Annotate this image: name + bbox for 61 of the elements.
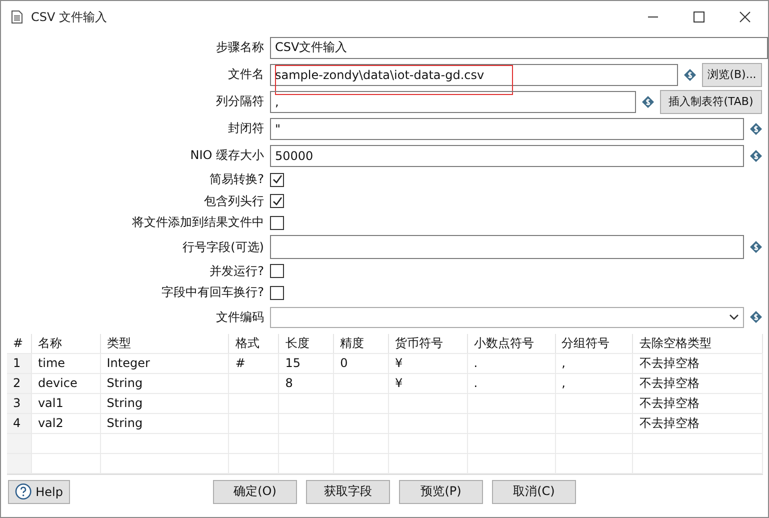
table-cell: 8 [279, 374, 334, 392]
column-header[interactable]: 小数点符号 [468, 334, 556, 352]
table-cell: 4 [7, 414, 32, 432]
field-label: 将文件添加到结果文件中 [131, 214, 265, 232]
input-field[interactable]: 50000 [270, 144, 744, 166]
table-cell: . [468, 354, 556, 372]
column-header[interactable]: # [7, 334, 32, 352]
table-cell: String [100, 374, 230, 392]
table-cell: 2 [7, 374, 32, 392]
input-field[interactable]: CSV文件输入 [270, 36, 768, 58]
column-header[interactable]: 名称 [32, 334, 101, 352]
column-header[interactable]: 类型 [100, 334, 230, 352]
table-cell: 0 [334, 354, 389, 372]
column-header[interactable]: 长度 [279, 334, 334, 352]
field-label: 并发运行? [208, 262, 265, 280]
field-label: 文件名 [227, 66, 265, 83]
table-cell: val2 [32, 414, 101, 432]
table-cell: 不去掉空格 [633, 374, 763, 392]
table-cell: String [100, 394, 230, 412]
table-cell: ¥ [389, 374, 468, 392]
field-label: 字段中有回车换行? [160, 284, 265, 302]
column-header[interactable]: 货币符号 [389, 334, 468, 352]
table-cell: device [32, 374, 101, 392]
field-label: 包含列头行 [203, 192, 265, 210]
column-header[interactable]: 格式 [229, 334, 280, 352]
dialog-button[interactable]: 获取字段 [306, 480, 390, 504]
help-button[interactable]: Help [8, 480, 70, 504]
table-cell: 不去掉空格 [633, 354, 763, 372]
table-cell: 不去掉空格 [633, 414, 763, 432]
table-cell: 15 [279, 354, 334, 372]
field-label: NIO 缓存大小 [189, 147, 265, 164]
side-button[interactable]: 浏览(B)... [702, 62, 762, 86]
table-cell: time [32, 354, 101, 372]
table-cell: 3 [7, 394, 32, 412]
side-button[interactable]: 插入制表符(TAB) [660, 90, 762, 114]
table-cell: Integer [100, 354, 230, 372]
table-cell: 1 [7, 354, 32, 372]
input-field[interactable]: " [270, 118, 744, 140]
field-label: 列分隔符 [215, 93, 265, 110]
dialog-button[interactable]: 取消(C) [492, 480, 576, 504]
table-cell: ¥ [389, 354, 468, 372]
input-field[interactable]: sample-zondy\data\iot-data-gd.csv [270, 64, 678, 86]
table-cell: . [468, 374, 556, 392]
input-field[interactable]: , [270, 90, 636, 112]
table-cell: , [556, 374, 634, 392]
field-label: 简易转换? [208, 171, 265, 188]
table-cell: String [100, 414, 230, 432]
field-label: 封闭符 [227, 120, 265, 137]
table-cell: val1 [32, 394, 101, 412]
table-cell: # [229, 354, 280, 372]
column-header[interactable]: 分组符号 [556, 334, 634, 352]
column-header[interactable]: 精度 [334, 334, 389, 352]
table-cell: , [556, 354, 634, 372]
window-title: CSV 文件输入 [31, 8, 108, 26]
dialog-button[interactable]: 确定(O) [213, 480, 297, 504]
column-header[interactable]: 去除空格类型 [633, 334, 763, 352]
field-label: 步骤名称 [215, 39, 265, 56]
dialog-button[interactable]: 预览(P) [399, 480, 483, 504]
field-label: 文件编码 [215, 308, 265, 326]
table-cell: 不去掉空格 [633, 394, 763, 412]
field-label: 行号字段(可选) [182, 238, 265, 256]
